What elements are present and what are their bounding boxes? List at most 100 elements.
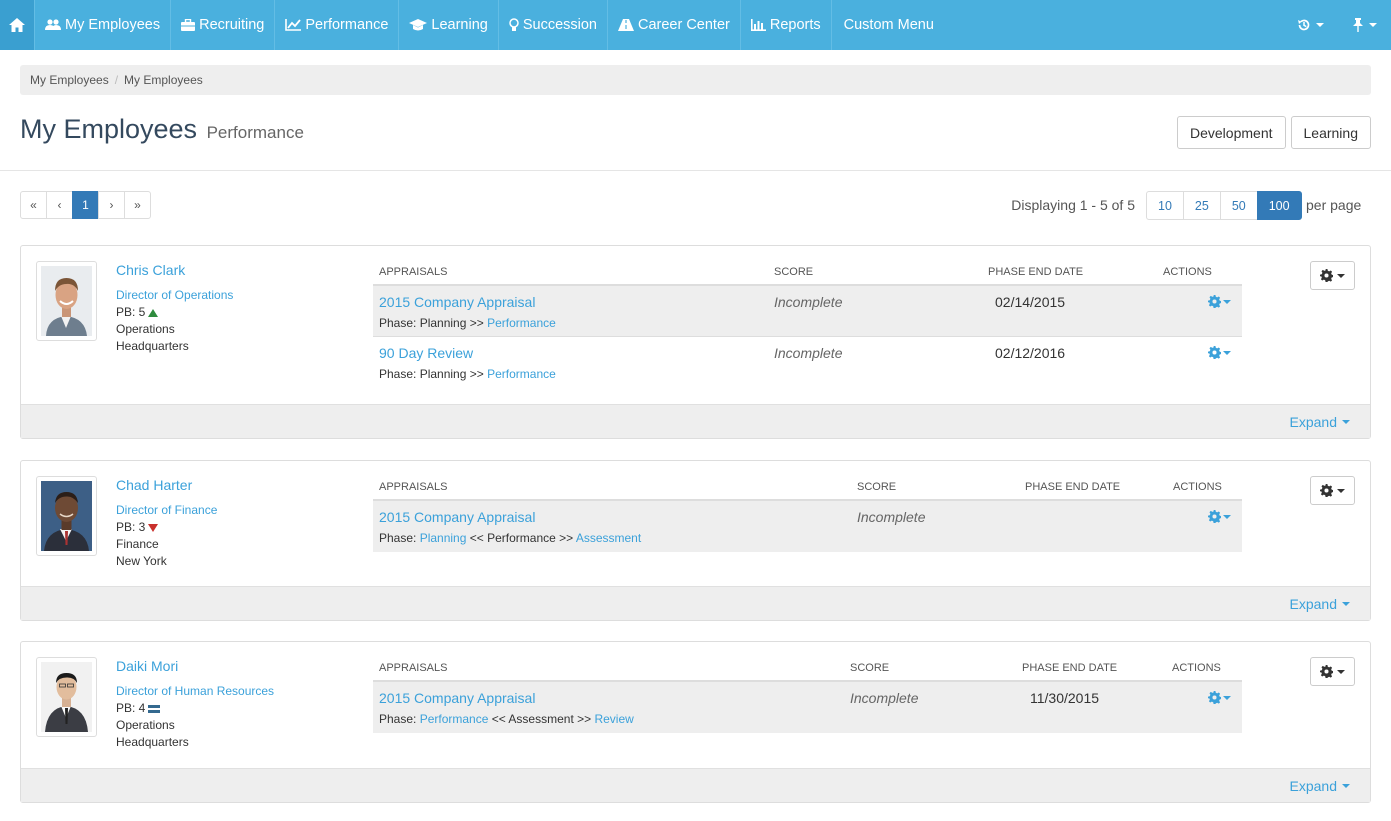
line-chart-icon [285,19,302,31]
nav-succession[interactable]: Succession [499,0,608,50]
employee-location: New York [116,554,167,568]
appraisal-phase: Phase: Planning >> Performance [379,316,556,330]
page-1-button[interactable]: 1 [72,191,99,219]
chevron-down-icon [1223,695,1231,700]
appraisal-actions-dropdown[interactable] [1208,510,1231,523]
nav-reports[interactable]: Reports [741,0,832,50]
expand-button[interactable]: Expand [1290,778,1350,794]
nav-label: Reports [769,17,821,33]
bar-chart-icon [750,19,766,31]
chevron-down-icon [1342,784,1350,788]
phase-link[interactable]: Performance [420,712,489,726]
per-page-10[interactable]: 10 [1146,191,1184,220]
chevron-down-icon [1342,602,1350,606]
employee-card: Chris Clark Director of Operations PB: 5… [20,245,1371,439]
graduation-cap-icon [409,19,428,31]
expand-button[interactable]: Expand [1290,596,1350,612]
last-page-button[interactable]: » [124,191,151,219]
nav-learning[interactable]: Learning [399,0,499,50]
appraisal-actions-dropdown[interactable] [1208,295,1231,308]
employee-title[interactable]: Director of Human Resources [116,683,274,700]
pin-icon [1353,18,1363,32]
learning-button[interactable]: Learning [1290,116,1371,149]
trend-up-icon [148,308,159,317]
card-footer: Expand [21,404,1370,438]
employee-settings-button[interactable] [1310,476,1355,505]
appraisal-link[interactable]: 2015 Company Appraisal [379,294,535,310]
employee-title[interactable]: Director of Finance [116,502,217,519]
appraisals-header: APPRAISALS SCORE PHASE END DATE ACTIONS [373,475,1242,501]
table-row: 2015 Company Appraisal Phase: Performanc… [373,682,1242,733]
col-appraisals: APPRAISALS [379,481,448,493]
pagination: « ‹ 1 › » [20,191,151,219]
breadcrumb-separator: / [114,73,119,87]
breadcrumb-link-my-employees[interactable]: My Employees [30,73,109,87]
appraisal-score: Incomplete [774,294,843,310]
header-divider [0,170,1391,171]
appraisal-actions-dropdown[interactable] [1208,346,1231,359]
employee-department: Operations [116,322,175,336]
employee-photo[interactable] [36,261,97,341]
appraisal-link[interactable]: 90 Day Review [379,345,473,361]
page-title-text: My Employees [20,114,198,144]
nav-label: Recruiting [199,17,265,33]
employee-name[interactable]: Chad Harter [116,477,217,494]
nav-performance[interactable]: Performance [275,0,400,50]
display-count: Displaying 1 - 5 of 5 [1011,197,1135,213]
employee-name[interactable]: Daiki Mori [116,658,274,675]
employee-photo[interactable] [36,476,97,556]
home-button[interactable] [0,0,35,50]
phase-link[interactable]: Planning [420,531,467,545]
col-phase-end-date: PHASE END DATE [1025,481,1121,493]
gear-icon [1208,510,1221,523]
nav-label: Career Center [637,17,730,33]
gear-icon [1208,346,1221,359]
col-score: SCORE [774,266,814,278]
chevron-down-icon [1223,350,1231,355]
nav-career-center[interactable]: Career Center [608,0,741,50]
road-icon [617,19,634,31]
first-page-button[interactable]: « [20,191,47,219]
phase-link[interactable]: Performance [487,367,556,381]
employee-settings-button[interactable] [1310,657,1355,686]
nav-custom-menu[interactable]: Custom Menu [832,0,946,50]
phase-link[interactable]: Review [594,712,633,726]
appraisal-link[interactable]: 2015 Company Appraisal [379,509,535,525]
per-page-50[interactable]: 50 [1219,191,1258,220]
card-footer: Expand [21,768,1370,802]
employee-title[interactable]: Director of Operations [116,287,233,304]
chevron-down-icon [1369,23,1377,27]
nav-recruiting[interactable]: Recruiting [171,0,276,50]
phase-link[interactable]: Assessment [576,531,641,545]
employee-settings-button[interactable] [1310,261,1355,290]
breadcrumb: My Employees / My Employees [20,65,1371,95]
page-title: My Employees Performance [20,114,304,145]
table-row: 90 Day Review Phase: Planning >> Perform… [373,337,1242,388]
nav-label: Performance [305,17,389,33]
expand-button[interactable]: Expand [1290,414,1350,430]
appraisal-actions-dropdown[interactable] [1208,691,1231,704]
previous-page-button[interactable]: ‹ [46,191,73,219]
phase-link[interactable]: Performance [487,316,556,330]
chevron-down-icon [1337,488,1345,493]
appraisal-phase: Phase: Planning << Performance >> Assess… [379,531,642,545]
employee-name[interactable]: Chris Clark [116,262,233,279]
per-page-100[interactable]: 100 [1256,191,1302,220]
history-dropdown[interactable] [1283,0,1338,50]
briefcase-icon [181,19,196,31]
lightbulb-icon [509,18,519,32]
employee-photo[interactable] [36,657,97,737]
appraisal-date: 02/12/2016 [995,345,1066,361]
chevron-down-icon [1223,299,1231,304]
pin-dropdown[interactable] [1338,0,1391,50]
nav-my-employees[interactable]: My Employees [35,0,172,50]
development-button[interactable]: Development [1177,116,1286,149]
appraisal-link[interactable]: 2015 Company Appraisal [379,690,535,706]
employee-location: Headquarters [116,735,189,749]
next-page-button[interactable]: › [98,191,125,219]
appraisal-date: 11/30/2015 [1030,690,1100,706]
top-navbar: My Employees Recruiting Performance Lear… [0,0,1391,50]
chevron-down-icon [1337,273,1345,278]
per-page-25[interactable]: 25 [1182,191,1221,220]
per-page-label: per page [1306,197,1362,213]
